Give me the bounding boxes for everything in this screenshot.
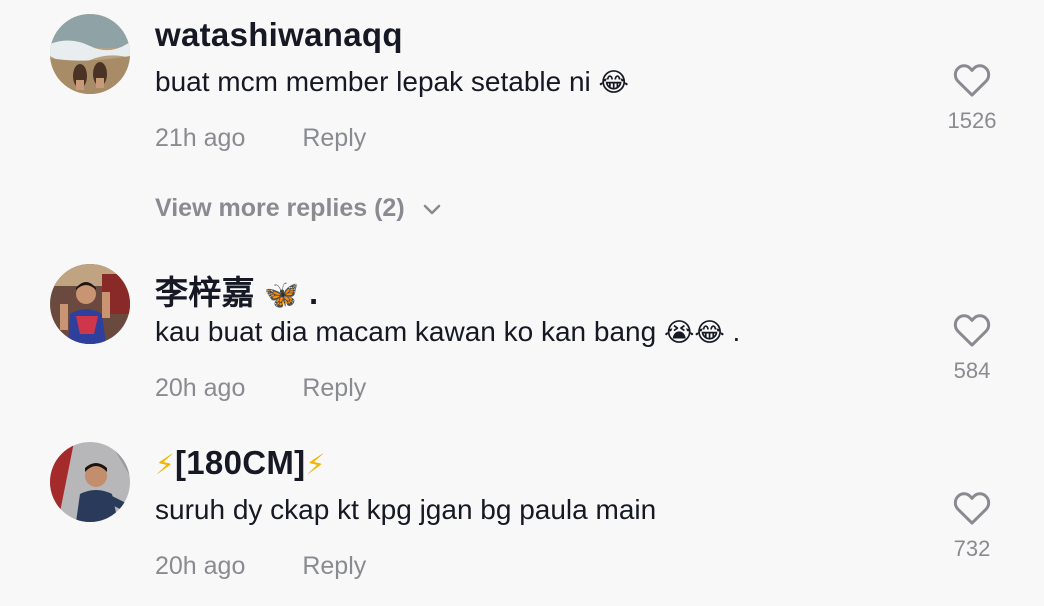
avatar[interactable] (50, 264, 130, 344)
comment-meta: 20h ago Reply (155, 374, 366, 403)
avatar[interactable] (50, 14, 130, 94)
like-control[interactable]: 732 (940, 490, 1004, 562)
comment-body: kau buat dia macam kawan ko kan bang (155, 316, 657, 347)
crying-laughing-emoji: 😭😂 (663, 318, 725, 348)
reply-button[interactable]: Reply (302, 552, 366, 580)
comment-text: kau buat dia macam kawan ko kan bang 😭😂 … (155, 316, 740, 348)
comment-timestamp: 21h ago (155, 124, 246, 152)
comment-timestamp: 20h ago (155, 374, 246, 402)
comment-username[interactable]: watashiwanaqq (155, 16, 403, 54)
username-text: watashiwanaqq (155, 16, 403, 53)
avatar-athlete-image (50, 264, 130, 344)
view-more-replies-label: View more replies (2) (155, 194, 405, 222)
lightning-emoji: ⚡ (155, 448, 175, 481)
reply-button[interactable]: Reply (302, 124, 366, 152)
butterfly-emoji: 🦋 (264, 278, 300, 311)
like-control[interactable]: 584 (940, 312, 1004, 384)
lightning-emoji: ⚡ (305, 448, 326, 481)
heart-outline-icon[interactable] (953, 62, 991, 98)
comment-meta: 20h ago Reply (155, 552, 366, 581)
like-count: 1526 (947, 108, 997, 133)
avatar-person-image (50, 442, 130, 522)
like-count: 732 (953, 536, 991, 561)
chevron-down-icon (423, 205, 440, 215)
like-count: 584 (953, 358, 991, 383)
laughing-emoji: 😂 (598, 68, 629, 98)
comment-meta: 21h ago Reply (155, 124, 366, 153)
username-suffix: . (309, 274, 319, 311)
comment-timestamp: 20h ago (155, 552, 246, 580)
heart-outline-icon[interactable] (953, 490, 991, 526)
view-more-replies-button[interactable]: View more replies (2) (155, 194, 442, 223)
comment-username[interactable]: ⚡[180CM]⚡ (155, 444, 325, 482)
comment-suffix: . (732, 316, 741, 347)
comment-list: watashiwanaqq buat mcm member lepak seta… (0, 0, 1044, 606)
avatar-beach-image (50, 14, 130, 94)
comment-text: suruh dy ckap kt kpg jgan bg paula main (155, 494, 656, 526)
heart-outline-icon[interactable] (953, 312, 991, 348)
username-text: [180CM] (174, 444, 306, 481)
like-control[interactable]: 1526 (940, 62, 1004, 134)
comment-username[interactable]: 李梓嘉 🦋 . (155, 266, 318, 314)
avatar[interactable] (50, 442, 130, 522)
reply-button[interactable]: Reply (302, 374, 366, 402)
comment-text: buat mcm member lepak setable ni 😂 (155, 66, 629, 98)
comment-body: suruh dy ckap kt kpg jgan bg paula main (155, 494, 657, 525)
comment-body: buat mcm member lepak setable ni (155, 66, 591, 97)
username-text: 李梓嘉 (155, 274, 255, 311)
